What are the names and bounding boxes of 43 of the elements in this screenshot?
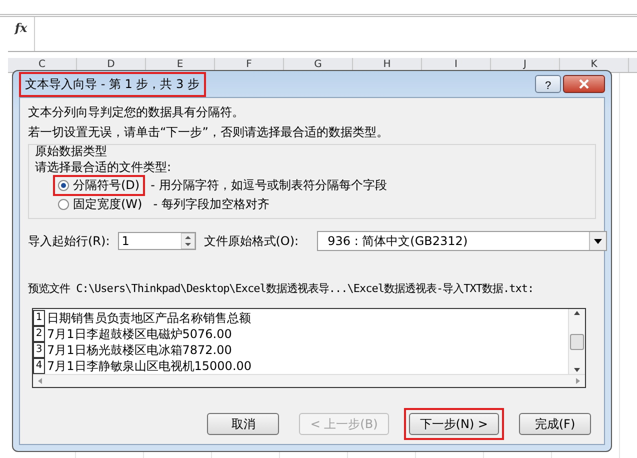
preview-file-label: 预览文件 C:\Users\Thinkpad\Desktop\Excel数据透视表导...\Excel数据透视表-导入TXT数据.txt: <box>28 281 535 296</box>
scroll-up-arrow-icon[interactable] <box>573 309 581 317</box>
row-number: 1 <box>33 310 45 326</box>
row-number: 2 <box>33 326 45 342</box>
vertical-scrollbar[interactable] <box>568 309 585 374</box>
scroll-down-arrow-icon[interactable] <box>573 366 581 374</box>
preview-line: 日期销售员负责地区产品名称销售总额 <box>47 310 251 326</box>
cancel-button[interactable]: 取消 <box>207 413 280 435</box>
option-description: - 每列字段加空格对齐 <box>153 196 270 213</box>
spinner-arrows-icon[interactable] <box>180 233 195 249</box>
scroll-right-arrow-icon[interactable] <box>575 377 581 385</box>
dialog-title: 文本导入向导 - 第 1 步，共 3 步 <box>19 72 206 96</box>
option-description: - 用分隔字符，如逗号或制表符分隔每个字段 <box>150 177 387 194</box>
next-button[interactable]: 下一步(N) > <box>408 413 499 435</box>
row-number: 4 <box>33 358 45 374</box>
radio-button[interactable] <box>58 199 69 210</box>
group-title: 原始数据类型 <box>35 143 108 159</box>
row-number: 3 <box>33 342 45 358</box>
close-icon <box>579 79 589 89</box>
radio-option[interactable]: 固定宽度(W) <box>53 194 148 215</box>
start-row-spinner[interactable]: 1 <box>118 232 196 250</box>
fx-label: fx <box>8 17 35 51</box>
preview-line: 7月1日李超鼓楼区电磁炉5076.00 <box>47 326 232 342</box>
group-prompt: 请选择最合适的文件类型: <box>35 159 172 176</box>
help-button[interactable]: ? <box>535 75 561 93</box>
option-label: 固定宽度(W) <box>73 196 142 213</box>
start-row-label: 导入起始行(R): <box>28 232 110 250</box>
radio-option[interactable]: 分隔符号(D) <box>53 175 145 196</box>
radio-button[interactable] <box>58 180 69 191</box>
preview-line: 7月1日李静敏泉山区电视机15000.00 <box>47 358 252 374</box>
spinner-value: 1 <box>122 234 130 248</box>
intro-text: 若一切设置无误，请单击“下一步”，否则请选择最合适的数据类型。 <box>28 124 390 141</box>
file-origin-label: 文件原始格式(O): <box>204 232 299 250</box>
option-label: 分隔符号(D) <box>73 177 140 194</box>
scroll-thumb[interactable] <box>570 334 584 350</box>
file-origin-dropdown[interactable]: 936 : 简体中文(GB2312) <box>316 231 607 251</box>
preview-line: 7月1日杨光鼓楼区电冰箱7872.00 <box>47 342 232 358</box>
finish-button[interactable]: 完成(F) <box>519 413 591 435</box>
close-button[interactable] <box>563 75 605 93</box>
dropdown-value: 936 : 简体中文(GB2312) <box>328 232 468 250</box>
intro-text: 文本分列向导判定您的数据具有分隔符。 <box>28 104 245 121</box>
horizontal-scrollbar[interactable] <box>33 374 585 387</box>
scroll-left-arrow-icon[interactable] <box>37 377 43 385</box>
